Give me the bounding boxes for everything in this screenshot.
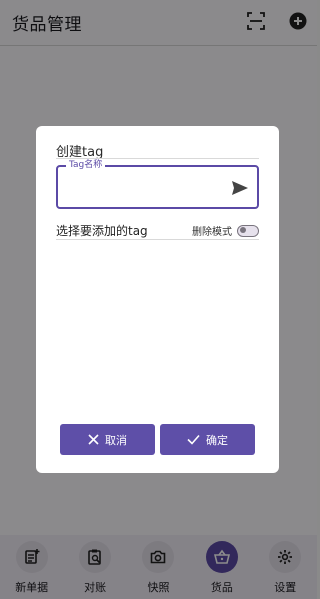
delete-mode-control: 删除模式 bbox=[192, 223, 259, 238]
delete-mode-switch[interactable] bbox=[237, 224, 259, 237]
cancel-label: 取消 bbox=[105, 433, 127, 447]
close-icon bbox=[88, 434, 99, 445]
check-icon bbox=[187, 434, 200, 445]
select-tag-row: 选择要添加的tag 删除模式 bbox=[56, 222, 259, 240]
send-icon[interactable] bbox=[229, 177, 251, 199]
create-tag-dialog: 创建tag Tag名称 选择要添加的tag 删除模式 取消 确定 bbox=[36, 126, 279, 473]
confirm-button[interactable]: 确定 bbox=[160, 424, 255, 455]
cancel-button[interactable]: 取消 bbox=[60, 424, 155, 455]
tag-name-field[interactable]: Tag名称 bbox=[56, 159, 259, 209]
select-tag-label: 选择要添加的tag bbox=[56, 224, 148, 238]
delete-mode-label: 删除模式 bbox=[192, 227, 232, 238]
switch-knob bbox=[240, 227, 246, 233]
confirm-label: 确定 bbox=[206, 433, 228, 447]
tag-name-label: Tag名称 bbox=[66, 159, 106, 171]
tag-name-input[interactable] bbox=[66, 177, 226, 197]
